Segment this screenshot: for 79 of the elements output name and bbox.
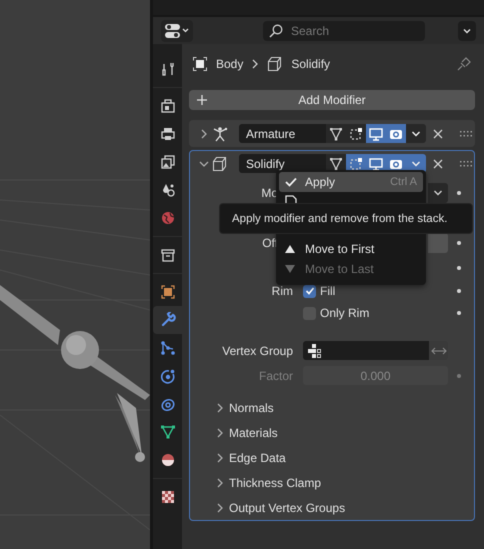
subpanel-header[interactable]: Edge Data <box>190 445 474 470</box>
editor-type-button[interactable] <box>161 20 193 42</box>
stick-figure-icon <box>211 126 229 142</box>
modifier-name-field[interactable]: Solidify <box>239 154 326 173</box>
close-icon[interactable] <box>433 128 443 138</box>
keyframe-dot[interactable] <box>457 190 461 194</box>
subpanel-header[interactable]: Output Vertex Groups <box>190 495 474 520</box>
subpanel-header[interactable]: Materials <box>190 420 474 445</box>
chevron-icon <box>433 188 443 196</box>
chevron-icon[interactable] <box>199 128 209 138</box>
chevron-right-icon <box>251 59 260 69</box>
menu-dropdown[interactable] <box>406 124 426 143</box>
rings-icon <box>160 396 176 412</box>
keyframe-dot[interactable] <box>457 266 461 270</box>
square-icon <box>160 284 176 300</box>
visibility-toggle[interactable] <box>366 124 386 143</box>
box-icon <box>160 247 176 263</box>
triangle-icon <box>160 424 176 440</box>
double-arrow-icon <box>430 346 446 356</box>
number-field[interactable] <box>428 232 448 252</box>
plus-icon <box>197 95 207 105</box>
toggle-icon <box>164 22 190 38</box>
chevron-icon[interactable] <box>199 158 209 168</box>
add-modifier-button[interactable]: Add Modifier <box>189 90 475 110</box>
visibility-toggle[interactable] <box>386 124 406 143</box>
vertex-group-field[interactable] <box>303 341 429 360</box>
checkbox-label: Only Rim <box>320 306 370 320</box>
grip-icon[interactable] <box>460 130 472 136</box>
nodes-icon <box>160 340 176 356</box>
sphere-icon <box>160 452 176 468</box>
close-icon[interactable] <box>433 158 443 168</box>
edit-mode-icon <box>348 156 364 172</box>
keyframe-dot[interactable] <box>457 289 461 293</box>
cage-icon <box>328 156 344 172</box>
cube-icon <box>211 156 229 172</box>
mode-dropdown[interactable] <box>428 182 448 202</box>
chevron-icon <box>462 26 472 34</box>
keyframe-dot[interactable] <box>457 374 461 378</box>
triangle-down-icon <box>285 265 295 273</box>
search-field[interactable]: Search <box>263 20 425 40</box>
checkbox[interactable] <box>303 284 316 298</box>
options-dropdown[interactable] <box>458 20 476 40</box>
property-label: Vertex Group <box>222 344 293 358</box>
checkmark-icon <box>285 177 297 187</box>
tooltip: Apply modifier and remove from the stack. <box>219 203 473 234</box>
tools-icon <box>160 61 176 77</box>
edit-mode-icon <box>348 126 364 142</box>
subpanel-header[interactable]: Normals <box>190 395 474 420</box>
keyframe-dot[interactable] <box>457 240 461 244</box>
property-label: Rim <box>272 284 293 298</box>
monitor-icon <box>368 126 384 142</box>
triangle-up-icon <box>285 245 295 253</box>
menu-item[interactable]: Apply Ctrl A <box>279 172 423 192</box>
visibility-toggle[interactable] <box>326 124 346 143</box>
visibility-toggle[interactable] <box>346 124 366 143</box>
vertex-group-icon <box>308 344 322 358</box>
wrench-icon <box>160 312 176 328</box>
pin-icon[interactable] <box>456 56 472 72</box>
cube-icon <box>267 56 284 72</box>
camera-icon <box>160 98 176 114</box>
object-icon <box>192 56 208 72</box>
checker-icon <box>160 489 176 505</box>
subpanel-header[interactable]: Thickness Clamp <box>190 470 474 495</box>
cage-icon <box>328 126 344 142</box>
orbit-icon <box>160 368 176 384</box>
images-icon <box>160 154 176 170</box>
printer-icon <box>160 126 176 142</box>
breadcrumb-item: Solidify <box>291 57 330 71</box>
checkbox-label: Fill <box>320 284 336 298</box>
globe-icon <box>160 210 176 226</box>
search-icon <box>269 24 283 38</box>
chevron-icon <box>411 160 421 168</box>
menu-item[interactable]: Move to First <box>279 239 423 259</box>
keyframe-dot[interactable] <box>457 311 461 315</box>
chevron-icon <box>411 130 421 138</box>
property-label: Factor <box>258 368 293 382</box>
modifier-name-field[interactable]: Armature <box>239 124 326 143</box>
breadcrumb-item: Body <box>216 57 244 71</box>
grip-icon[interactable] <box>460 160 472 166</box>
